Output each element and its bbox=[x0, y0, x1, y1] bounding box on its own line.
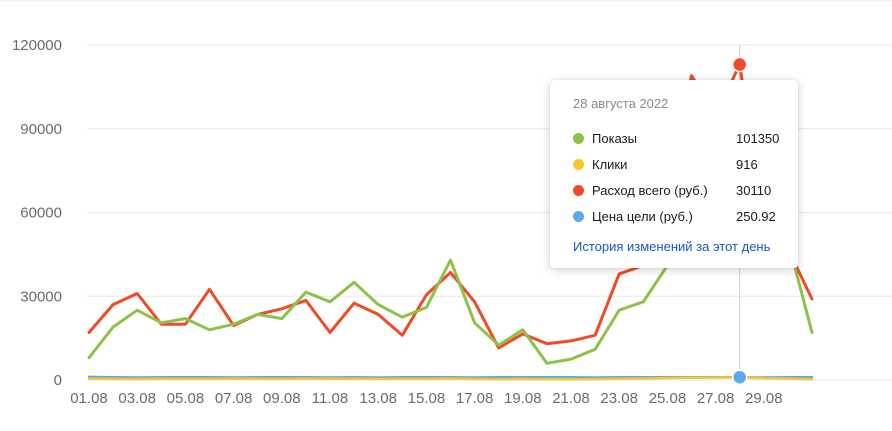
x-tick-label: 01.08 bbox=[70, 390, 108, 407]
tooltip-row-goal-price: Цена цели (руб.) 250.92 bbox=[573, 203, 798, 229]
x-tick-label: 13.08 bbox=[359, 390, 397, 407]
y-tick-label: 0 bbox=[54, 372, 62, 389]
x-tick-label: 29.08 bbox=[745, 390, 783, 407]
data-tooltip: 28 августа 2022 Показы 101350 Клики 916 … bbox=[550, 80, 798, 268]
tooltip-value: 101350 bbox=[736, 130, 780, 146]
hover-point bbox=[731, 56, 748, 73]
tooltip-label: Показы bbox=[592, 130, 637, 146]
x-tick-label: 11.08 bbox=[312, 390, 348, 407]
x-tick-label: 05.08 bbox=[167, 390, 205, 407]
y-axis: 0 30000 60000 90000 120000 bbox=[12, 37, 62, 389]
tooltip-value: 30110 bbox=[736, 182, 772, 198]
y-tick-label: 120000 bbox=[12, 37, 62, 54]
x-axis: 01.08 03.08 05.08 07.08 09.08 11.08 13.08 15.08… bbox=[70, 390, 782, 407]
x-tick-label: 07.08 bbox=[215, 390, 253, 407]
tooltip-date: 28 августа 2022 bbox=[573, 96, 669, 111]
legend-dot-icon bbox=[573, 210, 584, 222]
series-line-1 bbox=[87, 376, 814, 381]
tooltip-row-spend: Расход всего (руб.) 30110 bbox=[573, 177, 798, 203]
legend-dot-icon bbox=[573, 132, 584, 144]
x-tick-label: 03.08 bbox=[118, 390, 156, 407]
change-history-link[interactable]: История изменений за этот день bbox=[573, 239, 798, 254]
x-tick-label: 21.08 bbox=[552, 390, 590, 407]
y-tick-label: 30000 bbox=[20, 288, 62, 305]
tooltip-row-impressions: Показы 101350 bbox=[573, 125, 798, 151]
tooltip-value: 250.92 bbox=[736, 208, 776, 224]
tooltip-label: Расход всего (руб.) bbox=[592, 182, 708, 198]
x-tick-label: 17.08 bbox=[456, 390, 494, 407]
x-tick-label: 27.08 bbox=[697, 390, 735, 407]
tooltip-row-clicks: Клики 916 bbox=[573, 151, 798, 177]
x-tick-label: 19.08 bbox=[504, 390, 542, 407]
y-tick-label: 60000 bbox=[20, 205, 62, 222]
x-tick-label: 23.08 bbox=[600, 390, 638, 407]
tooltip-label: Клики bbox=[592, 156, 628, 172]
legend-dot-icon bbox=[573, 184, 584, 196]
x-tick-label: 15.08 bbox=[408, 390, 446, 407]
legend-dot-icon bbox=[573, 158, 584, 170]
x-tick-label: 09.08 bbox=[263, 390, 301, 407]
hover-point bbox=[731, 369, 748, 385]
tooltip-label: Цена цели (руб.) bbox=[592, 208, 693, 224]
y-tick-label: 90000 bbox=[20, 121, 62, 138]
x-tick-label: 25.08 bbox=[649, 390, 687, 407]
tooltip-value: 916 bbox=[736, 156, 758, 172]
